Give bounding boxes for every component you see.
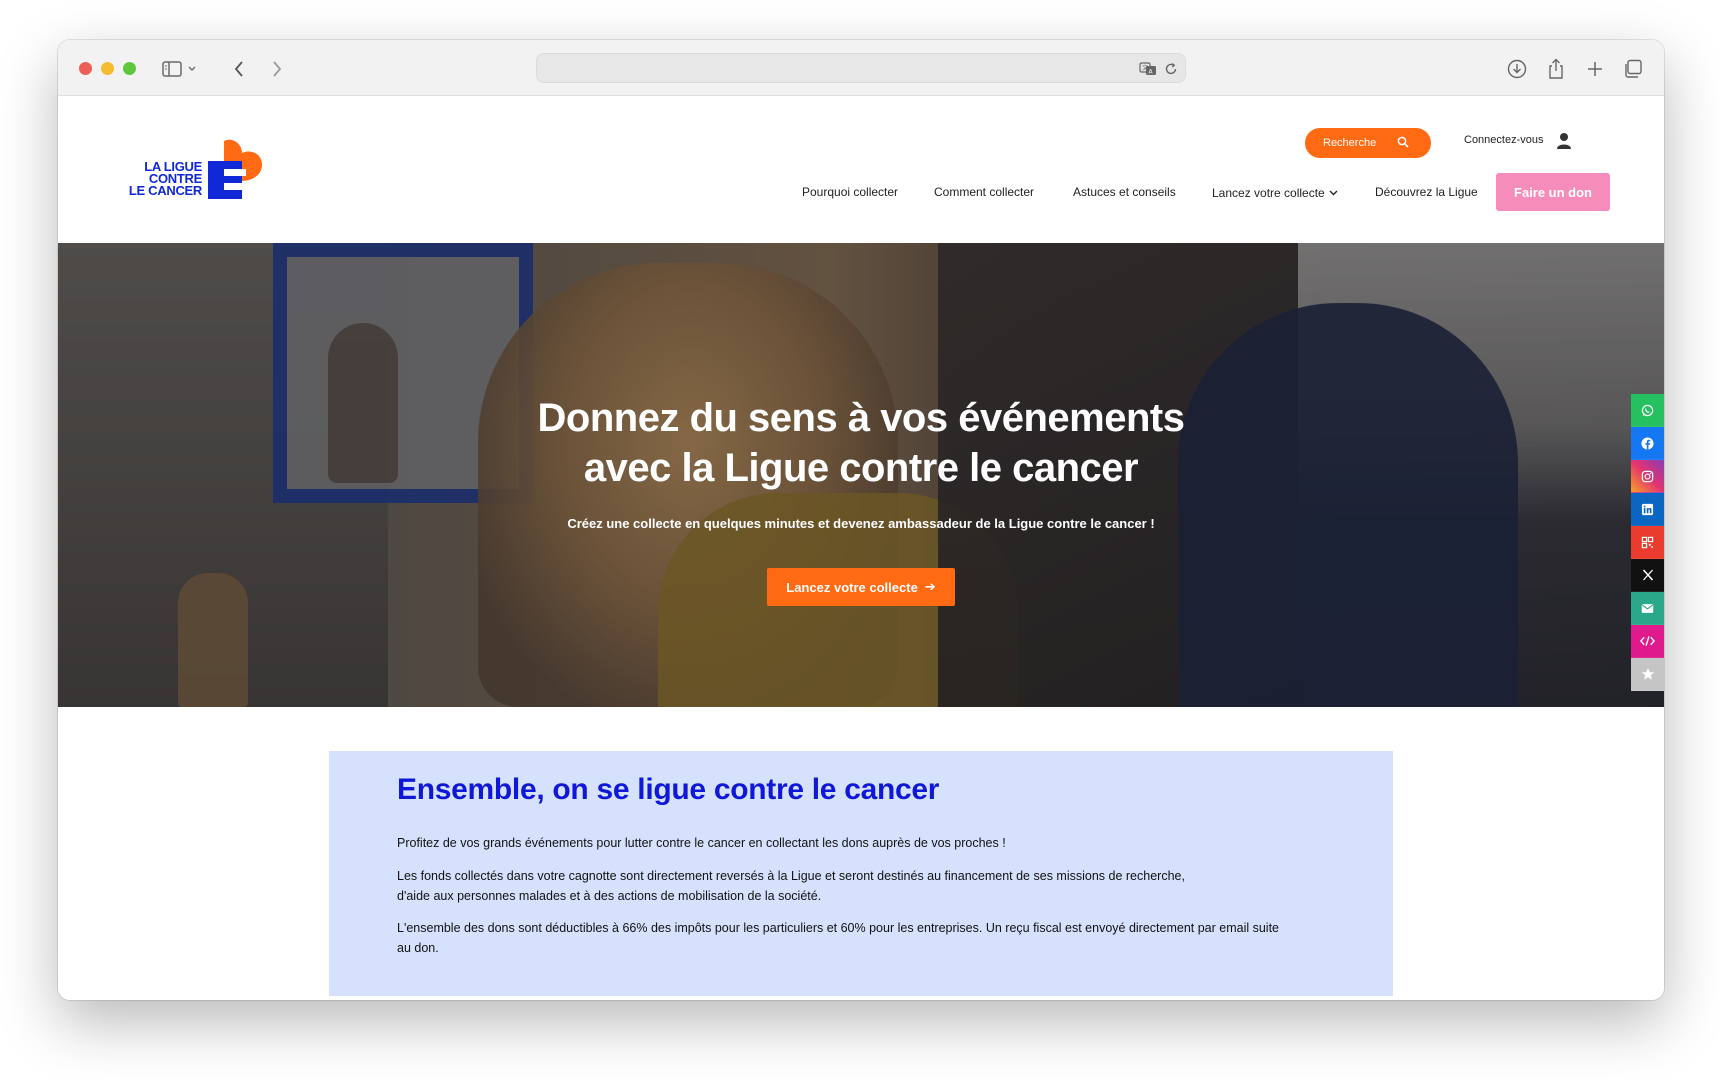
search-button[interactable]: Recherche: [1305, 128, 1431, 158]
maximize-window-button[interactable]: [123, 62, 136, 75]
hero-title: Donnez du sens à vos événements avec la …: [411, 393, 1311, 493]
share-email-button[interactable]: [1631, 592, 1664, 625]
web-page: LA LIGUE CONTRE LE CANCER Recherche Conn…: [58, 96, 1664, 1000]
nav-astuces-conseils[interactable]: Astuces et conseils: [1073, 185, 1176, 199]
close-window-button[interactable]: [79, 62, 92, 75]
translate-icon[interactable]: 文A: [1139, 60, 1157, 78]
logo-heart-icon: [208, 139, 262, 199]
share-whatsapp-button[interactable]: [1631, 394, 1664, 427]
info-box: Ensemble, on se ligue contre le cancer P…: [329, 751, 1393, 996]
back-icon[interactable]: [226, 56, 252, 82]
nav-pourquoi-collecter[interactable]: Pourquoi collecter: [802, 185, 898, 199]
share-facebook-button[interactable]: [1631, 427, 1664, 460]
info-paragraph-3-line-2: au don.: [397, 941, 439, 955]
arrow-right-icon: ➔: [924, 579, 936, 594]
browser-toolbar: 文A: [58, 40, 1664, 96]
instagram-icon: [1641, 470, 1654, 482]
share-bookmark-button[interactable]: [1631, 658, 1664, 691]
logo-line-3: LE CANCER: [128, 183, 202, 198]
share-linkedin-button[interactable]: [1631, 493, 1664, 526]
browser-window: 文A LA LIGUE CONTRE LE CANCER Recherche C…: [58, 40, 1664, 1000]
site-logo[interactable]: LA LIGUE CONTRE LE CANCER: [120, 139, 270, 201]
info-paragraph-2: Les fonds collectés dans votre cagnotte …: [397, 866, 1337, 906]
info-paragraph-1: Profitez de vos grands événements pour l…: [397, 836, 1006, 850]
address-bar[interactable]: 文A: [536, 53, 1186, 83]
minimize-window-button[interactable]: [101, 62, 114, 75]
share-bar: [1631, 394, 1664, 691]
hero-title-line-1: Donnez du sens à vos événements: [537, 396, 1185, 440]
forward-icon[interactable]: [264, 56, 290, 82]
tab-overview-icon[interactable]: [1620, 56, 1646, 82]
donate-button[interactable]: Faire un don: [1496, 173, 1610, 211]
hero-subtitle: Créez une collecte en quelques minutes e…: [567, 516, 1155, 531]
facebook-icon: [1641, 436, 1654, 450]
info-paragraph-2-line-2: d'aide aux personnes malades et à des ac…: [397, 889, 822, 903]
user-icon[interactable]: [1556, 132, 1572, 155]
search-label: Recherche: [1323, 137, 1377, 149]
nav-comment-collecter[interactable]: Comment collecter: [934, 185, 1034, 199]
bookmark-star-icon: [1641, 668, 1654, 680]
share-x-button[interactable]: [1631, 559, 1664, 592]
info-paragraph-2-line-1: Les fonds collectés dans votre cagnotte …: [397, 869, 1185, 883]
new-tab-icon[interactable]: [1582, 56, 1608, 82]
email-icon: [1641, 603, 1654, 613]
nav-lancez-label: Lancez votre collecte: [1212, 186, 1325, 200]
qr-code-icon: [1641, 536, 1654, 548]
launch-collecte-label: Lancez votre collecte: [786, 579, 918, 595]
login-link[interactable]: Connectez-vous: [1464, 134, 1544, 146]
info-title: Ensemble, on se ligue contre le cancer: [397, 773, 940, 806]
linkedin-icon: [1641, 503, 1654, 515]
site-header: LA LIGUE CONTRE LE CANCER Recherche Conn…: [58, 96, 1664, 243]
sidebar-toggle-icon[interactable]: [159, 56, 185, 82]
info-paragraph-3-line-1: L'ensemble des dons sont déductibles à 6…: [397, 921, 1280, 935]
whatsapp-icon: [1641, 404, 1654, 416]
chevron-down-icon: [1329, 185, 1338, 199]
search-icon: [1397, 136, 1409, 151]
nav-lancez-votre-collecte[interactable]: Lancez votre collecte: [1212, 185, 1338, 200]
launch-collecte-button[interactable]: Lancez votre collecte ➔: [767, 568, 955, 606]
logo-wordmark: LA LIGUE CONTRE LE CANCER: [120, 160, 202, 198]
embed-code-icon: [1640, 636, 1655, 646]
hero-banner: Donnez du sens à vos événements avec la …: [58, 243, 1664, 707]
share-icon[interactable]: [1543, 56, 1569, 82]
chevron-down-icon[interactable]: [185, 56, 199, 82]
share-qr-button[interactable]: [1631, 526, 1664, 559]
downloads-icon[interactable]: [1504, 56, 1530, 82]
nav-decouvrez-la-ligue[interactable]: Découvrez la Ligue: [1375, 185, 1478, 199]
x-icon: [1642, 569, 1653, 581]
share-instagram-button[interactable]: [1631, 460, 1664, 493]
info-paragraph-3: L'ensemble des dons sont déductibles à 6…: [397, 918, 1337, 958]
hero-title-line-2: avec la Ligue contre le cancer: [583, 446, 1139, 490]
svg-text:文: 文: [1142, 64, 1148, 72]
reload-icon[interactable]: [1162, 60, 1180, 78]
share-embed-button[interactable]: [1631, 625, 1664, 658]
